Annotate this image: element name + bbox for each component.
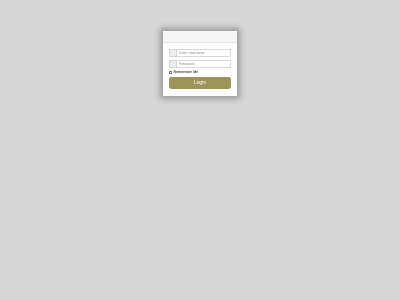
remember-me-label[interactable]: Remember Me — [174, 70, 199, 75]
username-input[interactable] — [177, 49, 231, 57]
remember-me-checkbox[interactable] — [169, 71, 172, 74]
password-row — [169, 60, 231, 68]
user-icon — [169, 49, 177, 57]
lock-icon — [169, 60, 177, 68]
login-button[interactable]: Login — [169, 77, 231, 89]
password-input[interactable] — [177, 60, 231, 68]
card-header — [163, 31, 237, 43]
username-row — [169, 49, 231, 57]
remember-me-row: Remember Me — [169, 70, 198, 75]
login-page: Remember Me Login — [0, 0, 400, 300]
